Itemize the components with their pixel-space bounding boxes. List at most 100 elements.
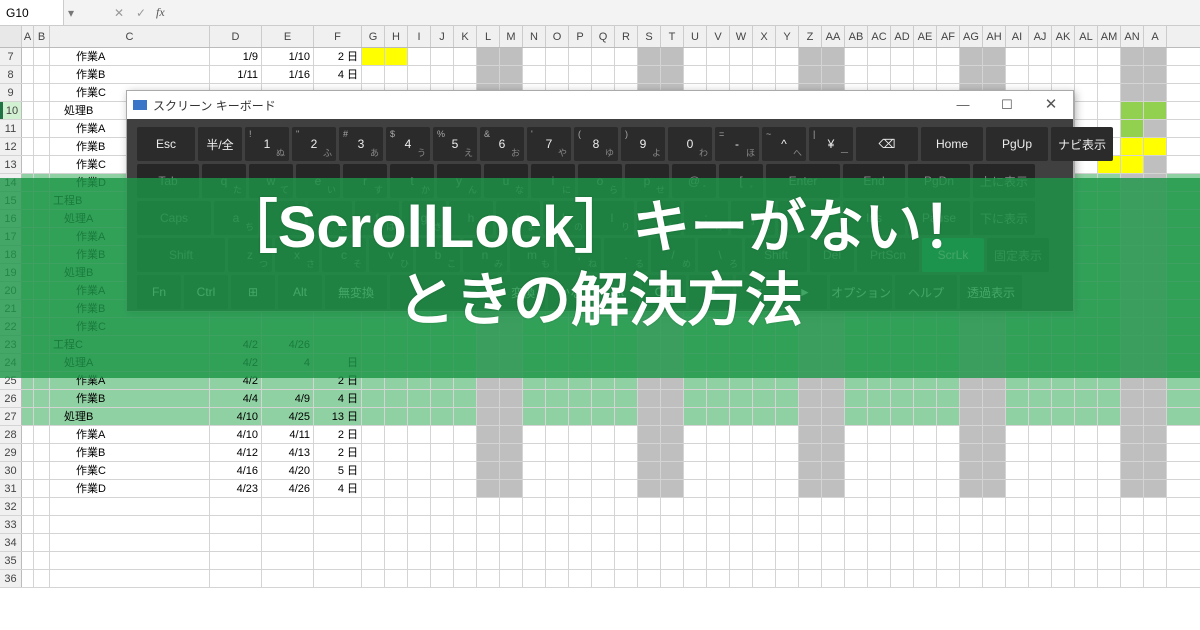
column-header[interactable]: U — [684, 26, 707, 47]
table-row[interactable]: 28作業A4/104/112 日 — [0, 426, 1200, 444]
key-^[interactable]: ~^へ — [762, 127, 806, 161]
column-header[interactable]: AM — [1098, 26, 1121, 47]
column-header[interactable]: Z — [799, 26, 822, 47]
task-name-cell[interactable]: 作業C — [50, 462, 210, 479]
column-header[interactable]: H — [385, 26, 408, 47]
key-home[interactable]: Home — [921, 127, 983, 161]
key-pgup[interactable]: PgUp — [986, 127, 1048, 161]
row-header[interactable]: 7 — [0, 48, 22, 65]
table-row[interactable]: 27処理B4/104/2513 日 — [0, 408, 1200, 426]
column-header[interactable]: S — [638, 26, 661, 47]
select-all-corner[interactable] — [0, 26, 22, 47]
task-name-cell[interactable]: 作業A — [50, 426, 210, 443]
column-header[interactable]: T — [661, 26, 684, 47]
row-header[interactable]: 32 — [0, 498, 22, 515]
column-header[interactable]: Y — [776, 26, 799, 47]
row-header[interactable]: 12 — [0, 138, 22, 155]
column-header[interactable]: V — [707, 26, 730, 47]
table-row[interactable]: 26作業B4/44/94 日 — [0, 390, 1200, 408]
task-name-cell[interactable]: 作業B — [50, 66, 210, 83]
row-header[interactable]: 8 — [0, 66, 22, 83]
key-¥[interactable]: |¥ー — [809, 127, 853, 161]
row-header[interactable]: 28 — [0, 426, 22, 443]
row-header[interactable]: 11 — [0, 120, 22, 137]
key-3[interactable]: #3あ — [339, 127, 383, 161]
row-header[interactable]: 31 — [0, 480, 22, 497]
row-header[interactable]: 35 — [0, 552, 22, 569]
table-row[interactable]: 33 — [0, 516, 1200, 534]
row-header[interactable]: 26 — [0, 390, 22, 407]
task-name-cell[interactable] — [50, 516, 210, 533]
table-row[interactable]: 36 — [0, 570, 1200, 588]
column-header[interactable]: AJ — [1029, 26, 1052, 47]
key-0[interactable]: 0わ — [668, 127, 712, 161]
key-nav[interactable]: ナビ表示 — [1051, 127, 1113, 161]
column-header[interactable]: AL — [1075, 26, 1098, 47]
cancel-icon[interactable]: ✕ — [108, 6, 130, 20]
row-header[interactable]: 10 — [0, 102, 22, 119]
column-header[interactable]: AE — [914, 26, 937, 47]
task-name-cell[interactable]: 処理B — [50, 408, 210, 425]
column-header[interactable]: AA — [822, 26, 845, 47]
close-button[interactable]: ✕ — [1029, 91, 1073, 119]
column-header[interactable]: I — [408, 26, 431, 47]
column-header[interactable]: X — [753, 26, 776, 47]
column-header[interactable]: L — [477, 26, 500, 47]
row-header[interactable]: 13 — [0, 156, 22, 173]
column-header[interactable]: J — [431, 26, 454, 47]
row-header[interactable]: 9 — [0, 84, 22, 101]
osk-titlebar[interactable]: スクリーン キーボード — ☐ ✕ — [127, 91, 1073, 119]
column-header[interactable]: B — [34, 26, 50, 47]
minimize-button[interactable]: — — [941, 91, 985, 119]
table-row[interactable]: 29作業B4/124/132 日 — [0, 444, 1200, 462]
column-header[interactable]: AB — [845, 26, 868, 47]
task-name-cell[interactable]: 作業D — [50, 480, 210, 497]
column-header[interactable]: C — [50, 26, 210, 47]
confirm-icon[interactable]: ✓ — [130, 6, 152, 20]
key--[interactable]: =-ほ — [715, 127, 759, 161]
task-name-cell[interactable] — [50, 552, 210, 569]
row-header[interactable]: 36 — [0, 570, 22, 587]
column-header[interactable]: R — [615, 26, 638, 47]
table-row[interactable]: 31作業D4/234/264 日 — [0, 480, 1200, 498]
task-name-cell[interactable] — [50, 570, 210, 587]
column-header[interactable]: AK — [1052, 26, 1075, 47]
column-header[interactable]: N — [523, 26, 546, 47]
column-header[interactable]: M — [500, 26, 523, 47]
column-header[interactable]: AC — [868, 26, 891, 47]
column-header[interactable]: AN — [1121, 26, 1144, 47]
column-header[interactable]: D — [210, 26, 262, 47]
key-1[interactable]: !1ぬ — [245, 127, 289, 161]
column-header[interactable]: AD — [891, 26, 914, 47]
column-header[interactable]: P — [569, 26, 592, 47]
row-header[interactable]: 29 — [0, 444, 22, 461]
key-hankaku[interactable]: 半/全 — [198, 127, 242, 161]
key-2[interactable]: "2ふ — [292, 127, 336, 161]
table-row[interactable]: 7作業A1/91/102 日 — [0, 48, 1200, 66]
column-header[interactable]: K — [454, 26, 477, 47]
column-header[interactable]: F — [314, 26, 362, 47]
column-header[interactable]: AI — [1006, 26, 1029, 47]
table-row[interactable]: 32 — [0, 498, 1200, 516]
name-box-dropdown-icon[interactable]: ▾ — [64, 6, 78, 20]
table-row[interactable]: 35 — [0, 552, 1200, 570]
column-header[interactable]: E — [262, 26, 314, 47]
table-row[interactable]: 30作業C4/164/205 日 — [0, 462, 1200, 480]
task-name-cell[interactable] — [50, 534, 210, 551]
row-header[interactable]: 33 — [0, 516, 22, 533]
column-header[interactable]: Q — [592, 26, 615, 47]
column-header[interactable]: G — [362, 26, 385, 47]
column-header[interactable]: W — [730, 26, 753, 47]
maximize-button[interactable]: ☐ — [985, 91, 1029, 119]
column-header[interactable]: A — [22, 26, 34, 47]
key-7[interactable]: '7や — [527, 127, 571, 161]
row-header[interactable]: 30 — [0, 462, 22, 479]
task-name-cell[interactable] — [50, 498, 210, 515]
column-header[interactable]: AF — [937, 26, 960, 47]
key-9[interactable]: )9よ — [621, 127, 665, 161]
row-header[interactable]: 34 — [0, 534, 22, 551]
key-5[interactable]: %5え — [433, 127, 477, 161]
key-6[interactable]: &6お — [480, 127, 524, 161]
table-row[interactable]: 8作業B1/111/164 日 — [0, 66, 1200, 84]
key-4[interactable]: $4う — [386, 127, 430, 161]
